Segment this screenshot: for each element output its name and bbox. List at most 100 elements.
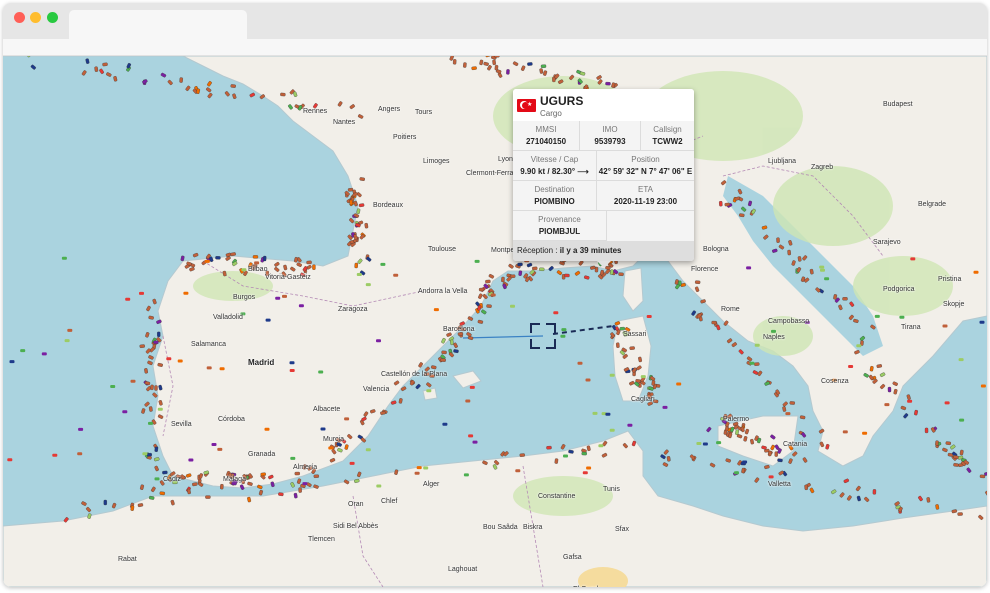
ship-marker[interactable] — [471, 66, 477, 71]
ship-marker[interactable] — [356, 273, 362, 276]
minimize-window-button[interactable] — [30, 12, 41, 23]
ship-marker[interactable] — [586, 466, 592, 470]
ship-marker[interactable] — [113, 76, 118, 82]
ship-marker[interactable] — [492, 59, 496, 66]
ship-marker[interactable] — [376, 339, 381, 343]
ship-marker[interactable] — [349, 461, 355, 465]
ship-marker[interactable] — [52, 453, 58, 457]
ship-marker[interactable] — [258, 489, 264, 496]
ship-marker[interactable] — [663, 449, 669, 455]
ship-marker[interactable] — [716, 324, 721, 331]
ship-marker[interactable] — [792, 451, 798, 457]
ship-marker[interactable] — [742, 460, 748, 464]
ship-marker[interactable] — [290, 482, 295, 488]
ship-marker[interactable] — [147, 360, 153, 366]
ship-marker[interactable] — [788, 458, 793, 464]
ship-marker[interactable] — [609, 373, 615, 377]
ship-marker[interactable] — [78, 427, 84, 431]
ship-marker[interactable] — [468, 434, 474, 438]
ship-marker[interactable] — [148, 406, 153, 412]
ship-marker[interactable] — [856, 495, 861, 502]
ship-marker[interactable] — [802, 457, 808, 463]
ship-marker[interactable] — [94, 66, 99, 72]
ship-marker[interactable] — [415, 383, 421, 390]
ship-marker[interactable] — [41, 352, 47, 356]
ship-marker[interactable] — [979, 474, 986, 479]
ship-marker[interactable] — [426, 382, 432, 388]
ship-marker[interactable] — [839, 492, 845, 498]
ship-marker[interactable] — [754, 343, 760, 347]
selected-ship-target[interactable] — [530, 323, 556, 349]
ship-marker[interactable] — [252, 255, 259, 259]
ship-marker[interactable] — [945, 441, 951, 446]
ship-marker[interactable] — [81, 501, 87, 506]
ship-marker[interactable] — [61, 256, 67, 260]
ship-marker[interactable] — [846, 495, 852, 501]
ship-marker[interactable] — [764, 464, 770, 470]
ship-marker[interactable] — [577, 361, 583, 365]
ship-marker[interactable] — [290, 456, 296, 460]
ship-marker[interactable] — [154, 465, 159, 472]
ship-marker[interactable] — [768, 450, 772, 457]
ship-marker[interactable] — [296, 478, 302, 484]
ship-marker[interactable] — [554, 458, 559, 464]
ship-marker[interactable] — [99, 68, 104, 74]
ship-marker[interactable] — [358, 203, 365, 208]
ship-marker[interactable] — [289, 361, 295, 365]
ship-marker[interactable] — [887, 386, 892, 393]
ship-marker[interactable] — [365, 283, 371, 287]
close-window-button[interactable] — [14, 12, 25, 23]
ship-marker[interactable] — [145, 348, 152, 354]
ship-marker[interactable] — [906, 394, 911, 400]
ship-marker[interactable] — [142, 452, 148, 456]
ship-marker[interactable] — [364, 222, 369, 229]
ship-marker[interactable] — [585, 378, 591, 382]
ship-marker[interactable] — [907, 399, 913, 403]
ship-marker[interactable] — [148, 315, 154, 320]
ship-marker[interactable] — [357, 471, 362, 478]
ship-marker[interactable] — [153, 340, 159, 345]
ship-marker[interactable] — [574, 270, 581, 276]
ship-marker[interactable] — [518, 270, 523, 276]
ship-marker[interactable] — [957, 512, 963, 516]
ship-marker[interactable] — [583, 275, 590, 280]
ship-marker[interactable] — [146, 305, 151, 312]
ship-marker[interactable] — [804, 484, 808, 491]
ship-marker[interactable] — [280, 92, 286, 97]
ship-marker[interactable] — [205, 495, 211, 499]
ship-marker[interactable] — [177, 359, 183, 363]
ship-marker[interactable] — [782, 406, 787, 412]
ship-marker[interactable] — [150, 486, 156, 493]
ship-marker[interactable] — [264, 427, 270, 431]
ship-marker[interactable] — [782, 401, 788, 407]
ship-marker[interactable] — [465, 399, 471, 403]
ship-marker[interactable] — [771, 329, 776, 333]
ship-marker[interactable] — [365, 448, 371, 452]
ship-marker[interactable] — [148, 421, 153, 425]
ship-marker[interactable] — [966, 467, 972, 473]
ship-marker[interactable] — [540, 64, 547, 68]
ship-marker[interactable] — [494, 64, 499, 71]
ship-marker[interactable] — [824, 277, 830, 281]
ship-marker[interactable] — [393, 273, 399, 277]
ship-marker[interactable] — [696, 442, 702, 445]
ship-marker[interactable] — [662, 405, 668, 409]
ship-marker[interactable] — [205, 87, 212, 93]
ship-marker[interactable] — [924, 427, 929, 434]
ship-marker[interactable] — [561, 328, 567, 332]
ship-marker[interactable] — [958, 358, 964, 362]
ship-marker[interactable] — [463, 62, 467, 68]
ship-marker[interactable] — [477, 319, 484, 324]
ship-marker[interactable] — [141, 408, 146, 414]
ship-marker[interactable] — [145, 332, 150, 338]
ship-marker[interactable] — [918, 495, 923, 502]
ship-marker[interactable] — [629, 346, 635, 350]
ship-marker[interactable] — [359, 177, 365, 181]
ship-marker[interactable] — [139, 291, 144, 295]
ship-marker[interactable] — [935, 440, 939, 446]
ship-marker[interactable] — [139, 484, 145, 490]
ship-marker[interactable] — [192, 252, 199, 258]
ship-marker[interactable] — [144, 368, 148, 374]
ship-marker[interactable] — [215, 256, 221, 260]
ship-marker[interactable] — [609, 428, 615, 432]
